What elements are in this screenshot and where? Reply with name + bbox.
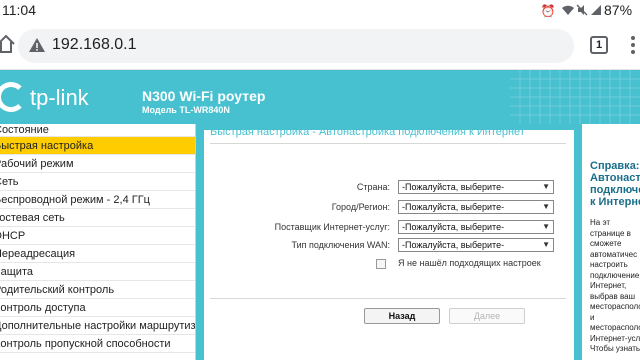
alarm-icon: ⏰ (540, 4, 556, 18)
overflow-menu-icon[interactable] (626, 34, 640, 56)
no-suitable-settings-checkbox[interactable] (376, 259, 386, 269)
sidebar-item-security[interactable]: Защита (0, 263, 195, 281)
sidebar-item-label: Родительский контроль (0, 284, 115, 296)
home-icon[interactable] (0, 32, 16, 56)
checkbox-label: Я не нашёл подходящих настроек (398, 258, 541, 268)
signal-icon (588, 4, 604, 18)
dropdown-arrow-icon: ▼ (542, 222, 550, 231)
product-model: Модель TL-WR840N (142, 105, 230, 115)
sidebar-item-label: Быстрая настройка (0, 140, 94, 152)
brand-name: tp-link (30, 85, 89, 110)
tab-switcher-icon[interactable]: 1 (590, 36, 608, 54)
router-header: tp-link N300 Wi-Fi роутер Модель TL-WR84… (0, 70, 640, 124)
sidebar-item-label: Беспроводной режим - 2,4 ГГц (0, 194, 150, 206)
sidebar-item-network[interactable]: Сеть (0, 173, 195, 191)
url-text[interactable]: 192.168.0.1 (52, 36, 137, 54)
sidebar-item-operation-mode[interactable]: Рабочий режим (0, 155, 195, 173)
sidebar-item-label: Защита (0, 266, 33, 278)
sidebar-item-label: Гостевая сеть (0, 212, 65, 224)
back-button[interactable]: Назад (364, 308, 440, 324)
wan-type-select[interactable]: -Пожалуйста, выберите- ▼ (398, 238, 554, 252)
sidebar-item-label: DHCP (0, 230, 26, 242)
sidebar-item-label: Состояние (0, 124, 49, 136)
sidebar-item-advanced-routing[interactable]: Дополнительные настройки маршрутизации (0, 317, 195, 335)
sidebar-item-wireless[interactable]: Беспроводной режим - 2,4 ГГц (0, 191, 195, 209)
sidebar-item-status[interactable]: Состояние (0, 124, 195, 137)
divider (210, 143, 566, 144)
sidebar-item-label: Контроль пропускной способности (0, 338, 171, 350)
help-text: На эт странице в сможете автоматичес нас… (590, 218, 640, 353)
help-title: Справка: Автонаст подключе к Интерне (590, 160, 640, 208)
dropdown-arrow-icon: ▼ (542, 202, 550, 211)
not-secure-warning-icon[interactable] (28, 37, 46, 53)
logo-mark-icon (0, 82, 26, 112)
sidebar-item-dhcp[interactable]: DHCP (0, 227, 195, 245)
country-label: Страна: (356, 182, 390, 192)
sidebar-item-bandwidth-control[interactable]: Контроль пропускной способности (0, 335, 195, 353)
select-value: -Пожалуйста, выберите- (402, 202, 505, 212)
country-select[interactable]: -Пожалуйста, выберите- ▼ (398, 180, 554, 194)
page-title: Быстрая настройка - Автонастройка подклю… (210, 126, 525, 138)
wan-type-label: Тип подключения WAN: (291, 240, 390, 250)
select-value: -Пожалуйста, выберите- (402, 182, 505, 192)
status-bar: 11:04 ⏰ 87% (0, 0, 640, 22)
select-value: -Пожалуйста, выберите- (402, 222, 505, 232)
divider (210, 298, 566, 299)
select-value: -Пожалуйста, выберите- (402, 240, 505, 250)
sidebar-item-access-control[interactable]: Контроль доступа (0, 299, 195, 317)
status-time: 11:04 (2, 2, 36, 18)
sidebar-item-label: Дополнительные настройки маршрутизации (0, 320, 196, 332)
sidebar-item-parental-control[interactable]: Родительский контроль (0, 281, 195, 299)
isp-label: Поставщик Интернет-услуг: (274, 222, 390, 232)
dropdown-arrow-icon: ▼ (542, 182, 550, 191)
sidebar-menu: Состояние Быстрая настройка Рабочий режи… (0, 124, 196, 360)
help-panel: Справка: Автонаст подключе к Интерне На … (574, 124, 640, 360)
product-name: N300 Wi-Fi роутер (142, 88, 266, 104)
sidebar-item-label: Рабочий режим (0, 158, 74, 170)
tp-link-logo: tp-link (0, 82, 106, 112)
sidebar-item-label: Контроль доступа (0, 302, 86, 314)
isp-select[interactable]: -Пожалуйста, выберите- ▼ (398, 220, 554, 234)
sidebar-item-forwarding[interactable]: Переадресация (0, 245, 195, 263)
dropdown-arrow-icon: ▼ (542, 240, 550, 249)
sidebar-item-guest-network[interactable]: Гостевая сеть (0, 209, 195, 227)
city-select[interactable]: -Пожалуйста, выберите- ▼ (398, 200, 554, 214)
sidebar-item-label: Переадресация (0, 248, 76, 260)
sidebar-item-label: Сеть (0, 176, 19, 188)
browser-toolbar: 192.168.0.1 1 (0, 22, 640, 70)
battery-percentage: 87% (604, 2, 633, 18)
city-label: Город/Регион: (331, 202, 390, 212)
sidebar-item-quick-setup[interactable]: Быстрая настройка (0, 137, 195, 155)
header-pattern (510, 70, 640, 124)
next-button[interactable]: Далее (449, 308, 525, 324)
address-bar[interactable]: 192.168.0.1 (18, 29, 574, 63)
